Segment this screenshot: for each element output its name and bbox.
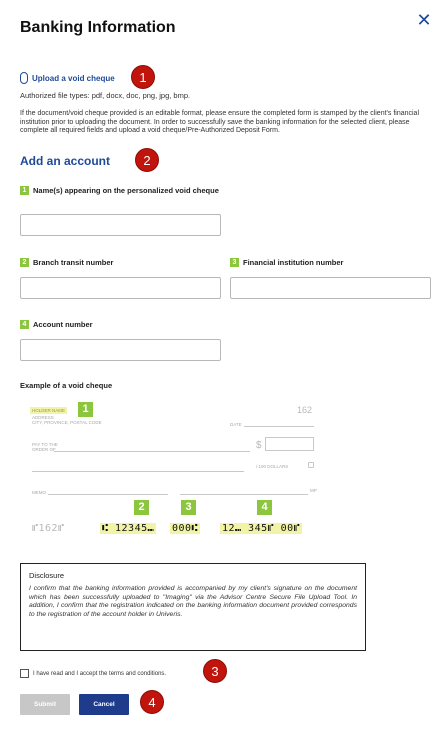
cheque-badge-1: 1 bbox=[78, 402, 93, 417]
memo-line bbox=[48, 494, 168, 495]
field-label-text: Account number bbox=[33, 320, 93, 329]
field-label-account-number: 4 Account number bbox=[20, 320, 93, 329]
upload-link-label[interactable]: Upload a void cheque bbox=[32, 74, 115, 83]
cheque-badge-2: 2 bbox=[134, 500, 149, 515]
amount-box bbox=[265, 437, 314, 451]
paperclip-icon bbox=[20, 72, 28, 84]
dollar-sign-icon: $ bbox=[256, 440, 262, 451]
step-marker-2: 2 bbox=[135, 148, 159, 172]
account-holder-name-input[interactable] bbox=[20, 214, 221, 236]
step-marker-3: 3 bbox=[203, 659, 227, 683]
field-number-badge: 4 bbox=[20, 320, 29, 329]
disclosure-text: I confirm that the banking information p… bbox=[29, 585, 357, 618]
account-number-input[interactable] bbox=[20, 339, 221, 361]
field-label-text: Branch transit number bbox=[33, 258, 114, 267]
upload-void-cheque-link[interactable]: Upload a void cheque bbox=[20, 72, 115, 84]
example-cheque-label: Example of a void cheque bbox=[20, 381, 113, 390]
field-label-text: Name(s) appearing on the personalized vo… bbox=[33, 186, 219, 195]
cancel-button[interactable]: Cancel bbox=[79, 694, 129, 715]
step-marker-1: 1 bbox=[131, 65, 155, 89]
signature-line bbox=[180, 494, 308, 495]
field-number-badge: 3 bbox=[230, 258, 239, 267]
disclosure-box: Disclosure I confirm that the banking in… bbox=[20, 563, 366, 651]
mp-label: MP bbox=[310, 488, 317, 493]
field-number-badge: 2 bbox=[20, 258, 29, 267]
dialog-title: Banking Information bbox=[20, 19, 176, 36]
holder-name-label: HOLDER NAME bbox=[30, 407, 68, 414]
date-label: DATE bbox=[230, 422, 242, 427]
step-marker-4: 4 bbox=[140, 690, 164, 714]
micr-branch-transit: ⑆ 12345⑉ bbox=[100, 523, 157, 534]
lock-icon bbox=[308, 462, 314, 468]
void-cheque-example: HOLDER NAME 1 ADDRESS CITY, PROVINCE, PO… bbox=[30, 398, 325, 548]
terms-label: I have read and I accept the terms and c… bbox=[33, 670, 167, 677]
financial-institution-number-input[interactable] bbox=[230, 277, 431, 299]
field-label-name: 1 Name(s) appearing on the personalized … bbox=[20, 186, 220, 195]
field-label-text: Financial institution number bbox=[243, 258, 344, 267]
micr-cheque-number: ⑈162⑈ bbox=[32, 523, 65, 534]
date-line bbox=[244, 426, 314, 427]
add-account-heading: Add an account bbox=[20, 154, 111, 168]
authorized-file-types: Authorized file types: pdf, docx, doc, p… bbox=[20, 91, 191, 100]
city-label: CITY, PROVINCE, POSTAL CODE bbox=[32, 420, 102, 425]
dollars-label: / 100 DOLLARS bbox=[256, 464, 289, 469]
upload-instructions: If the document/void cheque provided is … bbox=[20, 110, 420, 135]
branch-transit-number-input[interactable] bbox=[20, 277, 221, 299]
cheque-number: 162 bbox=[297, 405, 313, 415]
disclosure-title: Disclosure bbox=[29, 571, 65, 580]
terms-row[interactable]: I have read and I accept the terms and c… bbox=[20, 669, 166, 678]
submit-button[interactable]: Submit bbox=[20, 694, 70, 715]
close-icon[interactable]: ✕ bbox=[416, 11, 432, 29]
amount-words-line bbox=[32, 471, 244, 472]
cheque-badge-4: 4 bbox=[257, 500, 272, 515]
micr-institution: 000⑆ bbox=[170, 523, 201, 534]
field-label-branch-transit: 2 Branch transit number bbox=[20, 258, 113, 267]
field-label-financial-institution: 3 Financial institution number bbox=[230, 258, 343, 267]
micr-account: 12⑉ 345⑈ 00⑈ bbox=[220, 523, 303, 534]
memo-label: MEMO bbox=[32, 490, 46, 495]
terms-checkbox[interactable] bbox=[20, 669, 29, 678]
order-of-label: ORDER OF bbox=[32, 447, 56, 452]
field-number-badge: 1 bbox=[20, 186, 29, 195]
cheque-badge-3: 3 bbox=[181, 500, 196, 515]
payee-line bbox=[54, 451, 250, 452]
